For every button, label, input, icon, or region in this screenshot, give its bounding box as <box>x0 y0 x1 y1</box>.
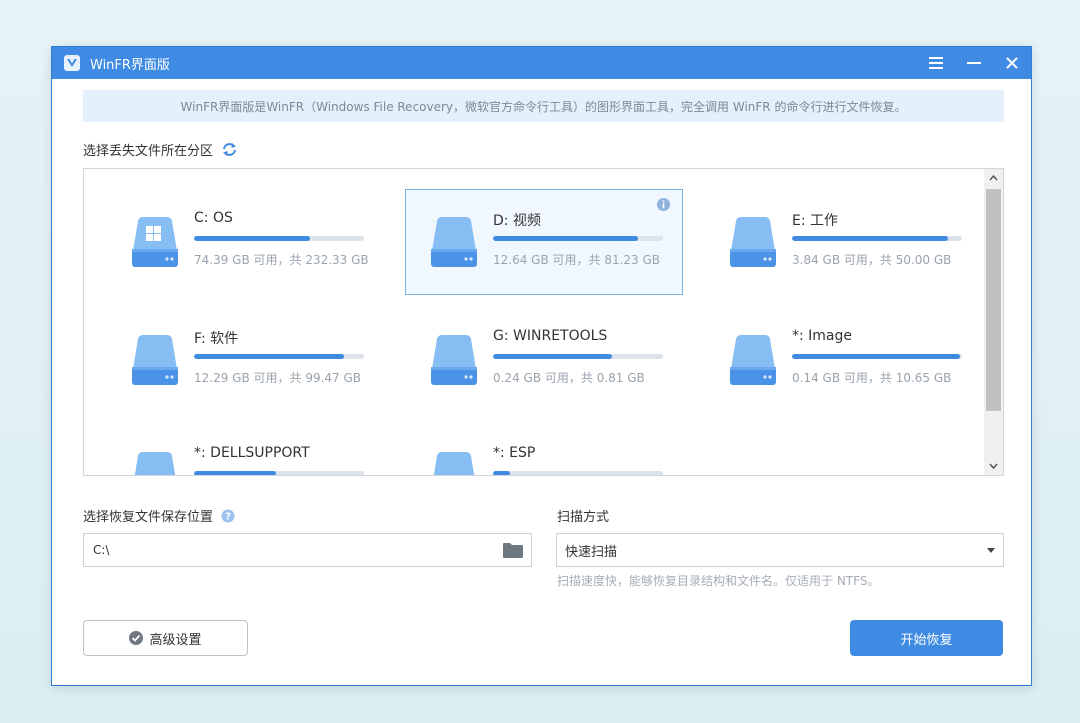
drive-tile[interactable]: *: DELLSUPPORT <box>106 424 384 475</box>
scan-mode-value: 快速扫描 <box>565 544 618 560</box>
close-button[interactable] <box>993 47 1031 79</box>
drive-usage-fill <box>194 354 344 359</box>
drive-size: 74.39 GB 可用，共 232.33 GB <box>194 253 369 267</box>
drive-icon <box>132 335 178 385</box>
save-path-value: C:\ <box>93 543 110 557</box>
drive-usage-bar <box>194 354 364 359</box>
drive-usage-fill <box>194 471 276 475</box>
app-logo-icon <box>64 55 80 71</box>
minimize-icon <box>967 62 981 64</box>
scan-label-text: 扫描方式 <box>557 510 610 525</box>
drive-usage-fill <box>792 236 949 241</box>
scan-mode-label: 扫描方式 <box>557 506 609 525</box>
start-recovery-button[interactable]: 开始恢复 <box>850 620 1003 656</box>
folder-icon[interactable] <box>503 542 523 561</box>
drive-icon <box>730 335 776 385</box>
scroll-up-arrow-icon[interactable] <box>984 169 1003 187</box>
drive-size: 12.29 GB 可用，共 99.47 GB <box>194 371 362 385</box>
drive-usage-bar <box>493 354 663 359</box>
window-title: WinFR界面版 <box>90 57 170 73</box>
save-path-input[interactable]: C:\ <box>83 533 532 567</box>
drive-name: G: WINRETOOLS <box>493 328 608 344</box>
drive-tile[interactable]: C: OS 74.39 GB 可用，共 232.33 GB <box>106 189 384 295</box>
drive-usage-bar <box>493 236 663 241</box>
drive-size: 0.14 GB 可用，共 10.65 GB <box>792 371 952 385</box>
drive-tile[interactable]: *: Image 0.14 GB 可用，共 10.65 GB <box>704 307 982 413</box>
scan-mode-select[interactable]: 快速扫描 <box>556 533 1004 567</box>
drive-size: 0.24 GB 可用，共 0.81 GB <box>493 371 645 385</box>
drive-tile[interactable]: *: ESP <box>405 424 683 475</box>
drive-name: D: 视频 <box>493 213 541 229</box>
drive-usage-bar <box>792 354 962 359</box>
partition-section-label: 选择丢失文件所在分区 <box>83 140 238 159</box>
advanced-settings-button[interactable]: 高级设置 <box>83 620 248 656</box>
drive-tile[interactable]: G: WINRETOOLS 0.24 GB 可用，共 0.81 GB <box>405 307 683 413</box>
partition-label-text: 选择丢失文件所在分区 <box>83 144 214 159</box>
info-icon[interactable] <box>657 198 670 211</box>
scan-mode-hint: 扫描速度快，能够恢复目录结构和文件名。仅适用于 NTFS。 <box>557 574 880 588</box>
drive-tile[interactable]: D: 视频 12.64 GB 可用，共 81.23 GB <box>405 189 683 295</box>
vertical-scrollbar[interactable] <box>984 169 1003 475</box>
drive-name: E: 工作 <box>792 213 839 229</box>
drive-usage-bar <box>792 236 962 241</box>
drive-usage-bar <box>194 471 364 475</box>
save-location-label: 选择恢复文件保存位置 ? <box>83 506 235 525</box>
info-banner: WinFR界面版是WinFR（Windows File Recovery，微软官… <box>83 90 1004 122</box>
save-label-text: 选择恢复文件保存位置 <box>83 510 214 525</box>
app-window: WinFR界面版 WinFR界面版是WinFR（Windows File Rec… <box>51 46 1032 686</box>
scrollbar-thumb[interactable] <box>986 189 1001 411</box>
svg-text:?: ? <box>225 511 231 522</box>
drive-size: 3.84 GB 可用，共 50.00 GB <box>792 253 952 267</box>
drive-name: F: 软件 <box>194 331 239 347</box>
drive-grid: C: OS 74.39 GB 可用，共 232.33 GB D: 视频 12.64 G… <box>84 169 984 475</box>
windows-drive-icon <box>132 217 178 267</box>
drive-list-panel: C: OS 74.39 GB 可用，共 232.33 GB D: 视频 12.64 G… <box>83 168 1004 476</box>
help-icon[interactable]: ? <box>221 509 235 523</box>
drive-icon <box>433 452 475 475</box>
menu-button[interactable] <box>917 47 955 79</box>
chevron-down-icon[interactable] <box>979 534 1003 566</box>
drive-name: *: ESP <box>493 445 536 461</box>
drive-size: 12.64 GB 可用，共 81.23 GB <box>493 253 661 267</box>
drive-name: C: OS <box>194 210 233 226</box>
drive-usage-fill <box>493 354 612 359</box>
drive-usage-fill <box>493 236 638 241</box>
drive-tile[interactable]: F: 软件 12.29 GB 可用，共 99.47 GB <box>106 307 384 413</box>
drive-usage-fill <box>792 354 961 359</box>
advanced-settings-label: 高级设置 <box>149 632 202 648</box>
close-icon <box>1006 57 1018 69</box>
drive-name: *: DELLSUPPORT <box>194 445 310 461</box>
drive-icon <box>730 217 776 267</box>
drive-tile[interactable]: E: 工作 3.84 GB 可用，共 50.00 GB <box>704 189 982 295</box>
drive-usage-bar <box>493 471 663 475</box>
drive-usage-fill <box>194 236 310 241</box>
check-circle-icon <box>129 631 144 645</box>
drive-usage-fill <box>493 471 510 475</box>
drive-usage-bar <box>194 236 364 241</box>
minimize-button[interactable] <box>955 47 993 79</box>
hamburger-icon <box>929 57 943 69</box>
refresh-icon[interactable] <box>221 142 238 157</box>
drive-icon <box>134 452 176 475</box>
drive-icon <box>431 217 477 267</box>
drive-icon <box>431 335 477 385</box>
scroll-down-arrow-icon[interactable] <box>984 457 1003 475</box>
title-bar: WinFR界面版 <box>52 47 1031 79</box>
drive-name: *: Image <box>792 328 853 344</box>
